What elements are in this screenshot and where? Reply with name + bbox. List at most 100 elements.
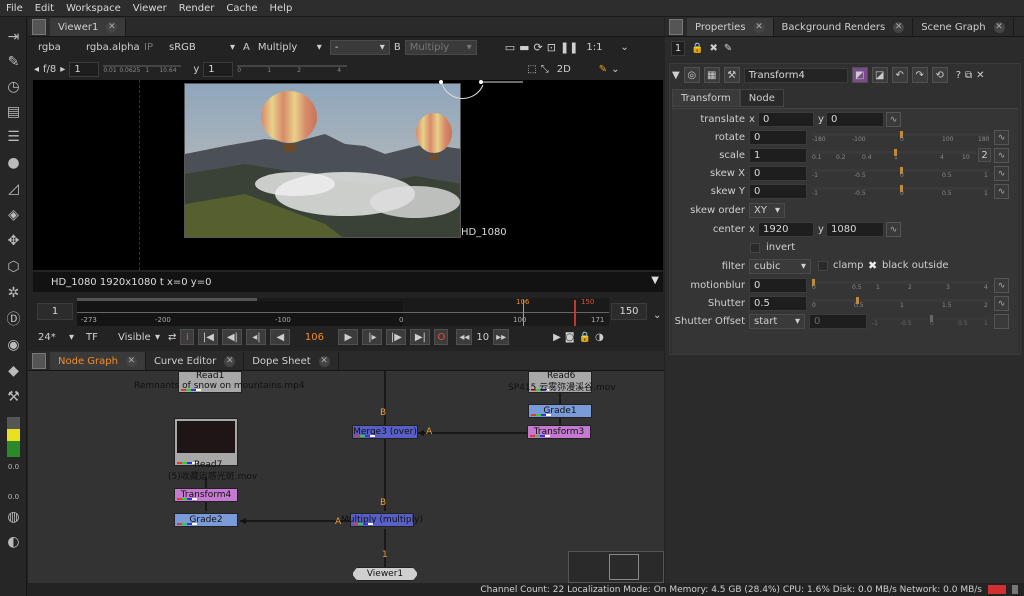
- tab-viewer1[interactable]: Viewer1 ✕: [50, 18, 127, 36]
- resize-grip-icon[interactable]: [1012, 585, 1018, 594]
- close-icon[interactable]: ✕: [125, 355, 137, 367]
- chevron-down-icon[interactable]: ⌄: [653, 310, 661, 321]
- skew-order-dropdown[interactable]: XY ▾: [749, 203, 785, 218]
- toolsets-icon[interactable]: ⚒: [4, 387, 23, 406]
- viewer-canvas[interactable]: HD_1080: [33, 80, 663, 270]
- tab-properties[interactable]: Properties ✕: [687, 18, 774, 36]
- tab-curve-editor[interactable]: Curve Editor ✕: [146, 352, 245, 370]
- menu-file[interactable]: File: [0, 3, 29, 14]
- scale-field[interactable]: 1: [749, 148, 807, 163]
- motionblur-slider[interactable]: 0 0.5 1 2 3 4: [812, 279, 990, 293]
- lock-icon[interactable]: 🔒: [691, 43, 703, 54]
- views-icon[interactable]: ◉: [4, 335, 23, 354]
- in-point-button[interactable]: I: [180, 329, 195, 345]
- out-marker[interactable]: [574, 300, 576, 326]
- close-icon[interactable]: ✕: [976, 70, 984, 81]
- wipe-icon[interactable]: ▭: [505, 41, 515, 54]
- deep-icon[interactable]: Ⓓ: [4, 309, 23, 328]
- gamma-slider[interactable]: 0 1 2 4: [237, 62, 348, 76]
- prev-key-button[interactable]: ◀|: [222, 329, 243, 345]
- menu-cache[interactable]: Cache: [220, 3, 263, 14]
- tab-scene-graph[interactable]: Scene Graph ✕: [913, 18, 1014, 36]
- curve-icon[interactable]: ∿: [886, 112, 901, 127]
- play-forward-button[interactable]: ▶: [338, 329, 359, 345]
- node-graph-canvas[interactable]: Read1 Remnants of snow on mountains.mp4 …: [28, 371, 664, 583]
- font-color-button[interactable]: ◪: [871, 67, 888, 83]
- node-grade2[interactable]: Grade2: [174, 513, 238, 527]
- brush-icon[interactable]: ✎: [599, 64, 607, 75]
- gamma-field[interactable]: 1: [203, 61, 234, 77]
- step-back-button[interactable]: ◂◂: [456, 329, 473, 345]
- first-frame-button[interactable]: |◀: [198, 329, 219, 345]
- ip-button[interactable]: IP: [144, 42, 153, 53]
- chevron-down-icon[interactable]: ⌄: [620, 42, 628, 53]
- pencil-icon[interactable]: ✎: [724, 43, 732, 54]
- curve-icon[interactable]: ∿: [994, 296, 1009, 311]
- node-grade1[interactable]: Grade1: [528, 404, 592, 418]
- node-read7[interactable]: [174, 418, 238, 466]
- curve-icon[interactable]: ∿: [994, 166, 1009, 181]
- skew-y-field[interactable]: 0: [749, 184, 807, 199]
- pause-icon[interactable]: ❚❚: [560, 41, 578, 54]
- keyer-icon[interactable]: ◿: [4, 179, 23, 198]
- menu-edit[interactable]: Edit: [29, 3, 60, 14]
- undo-button[interactable]: ↶: [891, 67, 908, 83]
- menu-help[interactable]: Help: [264, 3, 299, 14]
- filter-dropdown[interactable]: cubic ▾: [749, 259, 811, 274]
- other-icon[interactable]: ◍: [4, 507, 23, 526]
- curve-icon[interactable]: ∿: [994, 278, 1009, 293]
- max-panels-field[interactable]: 1: [671, 41, 685, 56]
- refresh-icon[interactable]: ⟳: [534, 41, 543, 54]
- channels-dropdown[interactable]: rgba: [34, 40, 78, 55]
- a-op-dropdown[interactable]: Multiply ▾: [254, 40, 326, 55]
- node-merge3[interactable]: Merge3 (over): [352, 425, 418, 439]
- lock-icon[interactable]: 🔒: [579, 332, 591, 343]
- subtab-node[interactable]: Node: [739, 89, 784, 107]
- node-multiply[interactable]: Multiply (multiply): [341, 513, 423, 527]
- cursor-icon[interactable]: ⤡: [541, 64, 549, 75]
- fstop-up-icon[interactable]: ▸: [60, 64, 65, 75]
- panel-handle-icon[interactable]: [32, 19, 46, 35]
- help-icon[interactable]: ?: [956, 70, 961, 81]
- metadata-icon[interactable]: ◆: [4, 361, 23, 380]
- rotate-field[interactable]: 0: [749, 130, 807, 145]
- center-y-field[interactable]: 1080: [826, 222, 884, 237]
- 3d-icon[interactable]: ⬡: [4, 257, 23, 276]
- timeline-ruler[interactable]: -273 -200 -100 0 100 171 106 150: [77, 298, 609, 326]
- channel-icon[interactable]: ▤: [4, 102, 23, 121]
- tab-background-renders[interactable]: Background Renders ✕: [774, 18, 914, 36]
- flipbook-icon[interactable]: ▶: [553, 332, 561, 343]
- loop-icon[interactable]: ⇄: [168, 332, 176, 343]
- colorspace-dropdown[interactable]: sRGB ▾: [165, 40, 239, 55]
- view-mode-dropdown[interactable]: 2D: [553, 62, 595, 77]
- alpha-dropdown[interactable]: rgba.alpha: [82, 40, 140, 55]
- node-color-button[interactable]: ◩: [851, 67, 868, 83]
- translate-x-field[interactable]: 0: [758, 112, 814, 127]
- curve-icon[interactable]: ∿: [994, 148, 1009, 163]
- center-x-field[interactable]: 1920: [758, 222, 814, 237]
- clamp-checkbox[interactable]: [818, 261, 828, 271]
- transform-handle[interactable]: [433, 80, 533, 110]
- a-input-dropdown[interactable]: - ▾: [329, 40, 390, 55]
- gain-slider[interactable]: 0.01 0.0625 1 10.64: [103, 62, 182, 76]
- color-picker-icon[interactable]: [7, 417, 20, 457]
- fps-dropdown[interactable]: 24* ▾: [34, 330, 78, 345]
- clear-icon[interactable]: ✖: [709, 43, 717, 54]
- record-icon[interactable]: ◙: [565, 332, 575, 343]
- black-outside-checkbox[interactable]: ✖: [868, 259, 877, 272]
- filter-icon[interactable]: ●: [4, 153, 23, 172]
- step-forward-button[interactable]: ▸▸: [493, 329, 510, 345]
- out-point-button[interactable]: O: [434, 329, 449, 345]
- gain-field[interactable]: 1: [69, 61, 100, 77]
- collapse-icon[interactable]: ▼: [672, 70, 680, 81]
- frame-end-field[interactable]: 150: [611, 303, 647, 320]
- scale-slider[interactable]: 0.1 0.2 0.4 1 4 10: [812, 149, 976, 163]
- draw-icon[interactable]: ✎: [4, 52, 23, 71]
- tf-dropdown[interactable]: TF: [82, 330, 110, 345]
- shutter-offset-field[interactable]: 0: [809, 314, 867, 329]
- close-icon[interactable]: ✕: [106, 21, 118, 33]
- scale-channels-button[interactable]: 2: [978, 148, 991, 162]
- time-icon[interactable]: ◷: [4, 77, 23, 96]
- invert-checkbox[interactable]: [750, 243, 760, 253]
- navigator-minimap[interactable]: [568, 551, 664, 583]
